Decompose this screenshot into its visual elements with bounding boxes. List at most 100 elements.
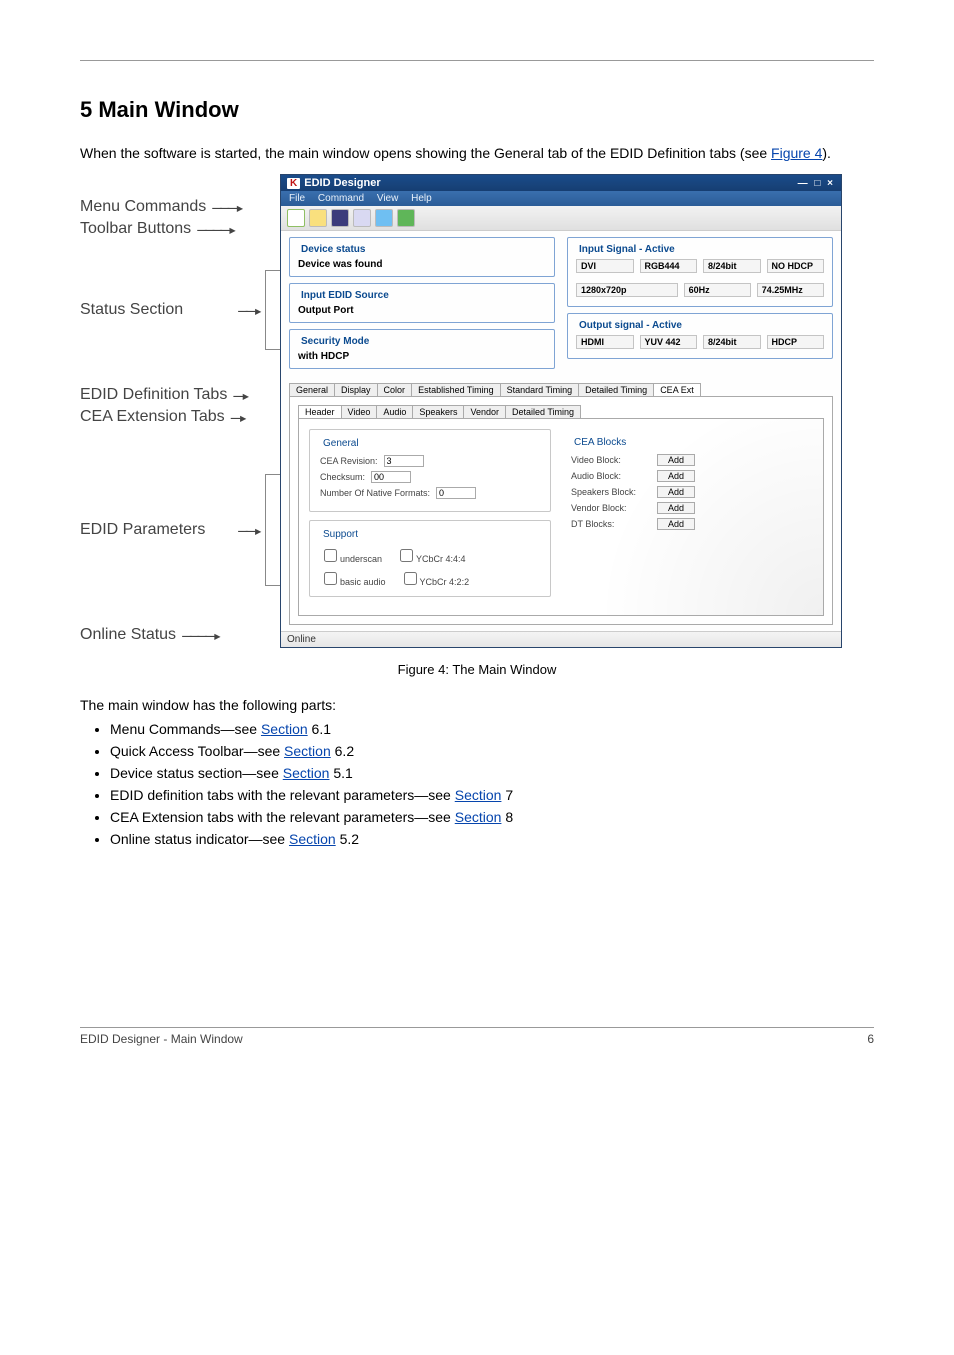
label-video-block: Video Block: [571,455,651,465]
callout-status-section: Status Section [80,301,183,318]
input-cea-revision[interactable] [384,455,424,467]
list-item: CEA Extension tabs with the relevant par… [110,809,874,825]
tab-established-timing[interactable]: Established Timing [411,383,501,396]
intro-paragraph: When the software is started, the main w… [80,143,874,164]
app-k-icon: K [287,178,300,189]
label-dt-blocks: DT Blocks: [571,519,651,529]
after-figure-text: The main window has the following parts: [80,697,874,713]
group-support: Support [320,529,361,540]
section-link[interactable]: Section [284,743,331,759]
sig-cell: 8/24bit [703,259,761,273]
section-link[interactable]: Section [261,721,308,737]
label-vendor-block: Vendor Block: [571,503,651,513]
tab-general[interactable]: General [289,383,335,396]
group-input-signal: Input Signal - Active [576,244,678,255]
checkbox-ycbcr444[interactable]: YCbCr 4:4:4 [396,546,466,565]
add-vendor-block-button[interactable]: Add [657,502,695,514]
sig-cell: RGB444 [640,259,698,273]
cea-extension-tabs: Header Video Audio Speakers Vendor Detai… [298,405,824,418]
checkbox-ycbcr422[interactable]: YCbCr 4:2:2 [400,569,470,588]
arrow-icon: ——▸ [238,301,261,320]
input-checksum[interactable] [371,471,411,483]
tab-speakers[interactable]: Speakers [412,405,464,418]
status-bar: Online [281,631,841,647]
checkbox-basic-audio[interactable]: basic audio [320,569,386,588]
menu-command[interactable]: Command [318,193,364,204]
input-native-formats[interactable] [436,487,476,499]
tab-color[interactable]: Color [377,383,413,396]
footer-left: EDID Designer - Main Window [80,1032,243,1046]
tab-display[interactable]: Display [334,383,378,396]
sig-cell: HDCP [767,335,825,349]
tab-detailed-timing[interactable]: Detailed Timing [505,405,581,418]
add-speakers-block-button[interactable]: Add [657,486,695,498]
arrow-icon: —▸ [231,408,246,427]
new-icon[interactable] [287,209,305,227]
sig-cell: DVI [576,259,634,273]
window-titlebar: K EDID Designer — □ × [281,175,841,191]
security-mode-msg: with HDCP [298,351,546,362]
tab-vendor[interactable]: Vendor [463,405,506,418]
label-audio-block: Audio Block: [571,471,651,481]
section-link[interactable]: Section [283,765,330,781]
edid-definition-tabs: General Display Color Established Timing… [289,383,833,396]
callout-edid-params: EDID Parameters [80,521,205,538]
label-cea-revision: CEA Revision: [320,456,378,466]
checkbox-underscan[interactable]: underscan [320,546,382,565]
window-title: EDID Designer [304,177,380,189]
tab-cea-ext[interactable]: CEA Ext [653,383,701,396]
sig-cell: 8/24bit [703,335,761,349]
parts-list: Menu Commands—see Section 6.1 Quick Acce… [110,721,874,847]
list-item: EDID definition tabs with the relevant p… [110,787,874,803]
read-edid-icon[interactable] [397,209,415,227]
sig-cell: HDMI [576,335,634,349]
sig-cell: YUV 442 [640,335,698,349]
group-output-signal: Output signal - Active [576,320,685,331]
list-item: Menu Commands—see Section 6.1 [110,721,874,737]
open-icon[interactable] [309,209,327,227]
arrow-icon: ————▸ [197,220,235,239]
menu-help[interactable]: Help [411,193,432,204]
group-cea-blocks: CEA Blocks [571,437,629,448]
add-dt-block-button[interactable]: Add [657,518,695,530]
figure-link[interactable]: Figure 4 [771,145,822,161]
section-link[interactable]: Section [455,809,502,825]
group-input-edid-source: Input EDID Source [298,290,392,301]
group-device-status: Device status [298,244,368,255]
window-control-icons[interactable]: — □ × [798,178,835,189]
save-icon[interactable] [331,209,349,227]
online-status-text: Online [287,634,316,645]
section-heading: 5 Main Window [80,97,874,123]
callout-online-status: Online Status [80,626,176,644]
tab-audio[interactable]: Audio [376,405,413,418]
menu-file[interactable]: File [289,193,305,204]
device-icon[interactable] [353,209,371,227]
sig-cell: 74.25MHz [757,283,824,297]
page-footer: EDID Designer - Main Window 6 [80,1027,874,1046]
menu-view[interactable]: View [377,193,399,204]
list-item: Device status section—see Section 5.1 [110,765,874,781]
add-audio-block-button[interactable]: Add [657,470,695,482]
tab-detailed-timing[interactable]: Detailed Timing [578,383,654,396]
callout-toolbar: Toolbar Buttons [80,220,191,238]
tab-header[interactable]: Header [298,405,342,418]
callout-menu-commands: Menu Commands [80,198,206,216]
intro-text-suffix: ). [822,145,831,161]
tab-standard-timing[interactable]: Standard Timing [500,383,580,396]
label-checksum: Checksum: [320,472,365,482]
add-video-block-button[interactable]: Add [657,454,695,466]
section-link[interactable]: Section [289,831,336,847]
label-native-formats: Number Of Native Formats: [320,488,430,498]
arrow-icon: ——▸ [238,521,261,540]
annotated-figure: Menu Commands ———▸ Toolbar Buttons ————▸… [80,174,874,648]
app-window: K EDID Designer — □ × File Command View … [280,174,842,648]
write-edid-icon[interactable] [375,209,393,227]
sig-cell: 60Hz [684,283,751,297]
sig-cell: NO HDCP [767,259,825,273]
section-link[interactable]: Section [455,787,502,803]
input-edid-msg: Output Port [298,305,546,316]
label-speakers-block: Speakers Block: [571,487,651,497]
arrow-icon: ————▸ [182,626,220,645]
tab-video[interactable]: Video [341,405,378,418]
sig-cell: 1280x720p [576,283,678,297]
